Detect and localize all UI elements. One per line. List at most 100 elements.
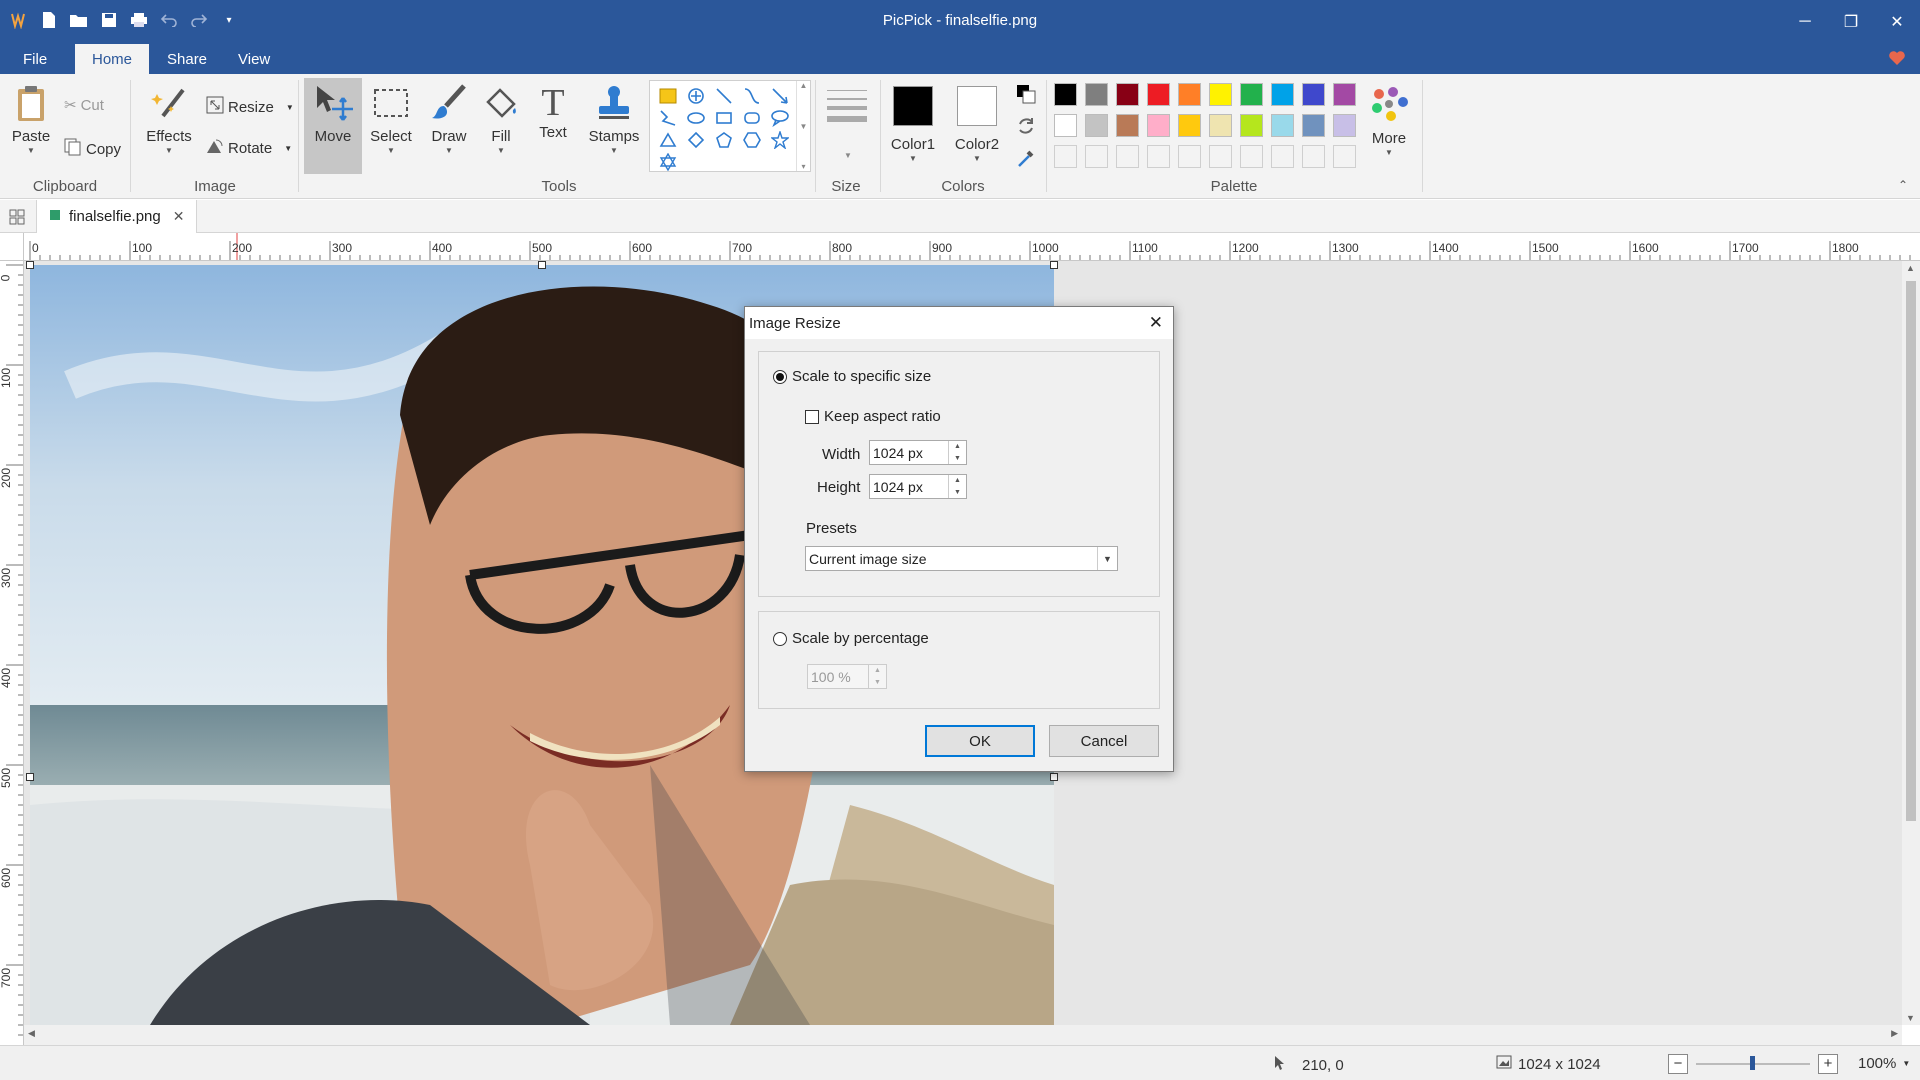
shapes-scroll[interactable]: ▲ ▼ ▾ [796,81,810,171]
rotate-button[interactable]: Rotate ▼ [206,138,292,158]
color-picker-icon[interactable] [1016,148,1036,172]
cancel-button[interactable]: Cancel [1049,725,1159,757]
scroll-down-arrow-icon[interactable]: ▼ [1906,1013,1915,1023]
width-field[interactable] [870,441,948,464]
diamond-shape-icon[interactable] [682,129,710,151]
palette-swatch[interactable] [1302,83,1325,106]
restore-button[interactable]: ❐ [1828,0,1874,44]
draw-tool-button[interactable]: Draw ▼ [426,84,472,155]
horizontal-scrollbar[interactable]: ◀ ▶ [24,1025,1902,1045]
swap-colors-icon[interactable] [1016,116,1036,140]
palette-swatch-empty[interactable] [1085,145,1108,168]
palette-swatch-empty[interactable] [1147,145,1170,168]
zoom-in-button[interactable]: + [1818,1054,1838,1074]
vertical-scrollbar[interactable]: ▲ ▼ [1902,261,1920,1025]
height-input[interactable]: ▲▼ [869,474,967,499]
palette-swatch[interactable] [1116,114,1139,137]
default-colors-icon[interactable] [1016,84,1036,108]
tab-file[interactable]: File [6,44,64,74]
more-colors-button[interactable]: More ▼ [1366,86,1412,157]
palette-swatch-empty[interactable] [1178,145,1201,168]
palette-swatch[interactable] [1271,83,1294,106]
palette-swatch-empty[interactable] [1116,145,1139,168]
grid-view-icon[interactable] [9,209,25,229]
tab-home[interactable]: Home [75,44,150,74]
resize-handle-right[interactable] [1050,773,1058,781]
palette-swatch[interactable] [1240,114,1263,137]
chevron-down-icon[interactable]: ▼ [1097,547,1117,570]
width-input[interactable]: ▲▼ [869,440,967,465]
palette-swatch[interactable] [1333,114,1356,137]
palette-swatch-empty[interactable] [1271,145,1294,168]
scale-specific-radio[interactable]: Scale to specific size [773,368,931,385]
zoom-level[interactable]: 100% ▼ [1858,1055,1910,1072]
collapse-ribbon-icon[interactable]: ⌃ [1898,178,1908,192]
palette-swatch[interactable] [1302,114,1325,137]
height-spinner[interactable]: ▲ ▼ [948,475,966,498]
width-spinner[interactable]: ▲ ▼ [948,441,966,464]
palette-swatch[interactable] [1116,83,1139,106]
palette-swatch-empty[interactable] [1333,145,1356,168]
close-window-button[interactable]: ✕ [1874,0,1920,44]
palette-swatch[interactable] [1240,83,1263,106]
palette-swatch-empty[interactable] [1302,145,1325,168]
height-field[interactable] [870,475,948,498]
heart-icon[interactable] [1888,50,1906,70]
palette-swatch-empty[interactable] [1054,145,1077,168]
scroll-down-icon[interactable]: ▼ [800,122,808,131]
resize-button[interactable]: Resize ▼ [206,96,294,118]
scroll-up-arrow-icon[interactable]: ▲ [1906,263,1915,273]
palette-swatch[interactable] [1054,114,1077,137]
rectangle-select-shape-icon[interactable] [654,85,682,107]
scroll-up-icon[interactable]: ▲ [800,81,808,90]
tab-view[interactable]: View [221,44,287,74]
percentage-field[interactable] [808,665,868,688]
cut-button[interactable]: ✂ Cut [64,96,104,115]
scale-percentage-radio[interactable]: Scale by percentage [773,630,929,647]
palette-swatch[interactable] [1333,83,1356,106]
stamps-tool-button[interactable]: Stamps ▼ [588,84,640,155]
expand-gallery-icon[interactable]: ▾ [801,162,805,171]
select-tool-button[interactable]: Select ▼ [368,84,414,155]
copy-button[interactable]: Copy [64,138,121,160]
resize-handle-top-right[interactable] [1050,261,1058,269]
fill-tool-button[interactable]: Fill ▼ [478,84,524,155]
tab-share[interactable]: Share [150,44,224,74]
pentagon-shape-icon[interactable] [710,129,738,151]
move-tool-button[interactable]: Move [304,78,362,174]
dialog-close-icon[interactable]: ✕ [1149,313,1163,333]
resize-handle-top[interactable] [538,261,546,269]
resize-handle-top-left[interactable] [26,261,34,269]
scroll-right-arrow-icon[interactable]: ▶ [1891,1028,1898,1039]
effects-button[interactable]: Effects ▼ [144,84,194,155]
text-tool-button[interactable]: T Text [530,84,576,141]
palette-swatch[interactable] [1209,83,1232,106]
vertical-scroll-thumb[interactable] [1906,281,1916,821]
hexagon-shape-icon[interactable] [738,129,766,151]
ok-button[interactable]: OK [925,725,1035,757]
zoom-dropdown-icon[interactable]: ▼ [1902,1059,1910,1068]
percentage-spinner[interactable]: ▲ ▼ [868,665,886,688]
zoom-out-button[interactable]: − [1668,1054,1688,1074]
resize-handle-left[interactable] [26,773,34,781]
crosshair-shape-icon[interactable] [682,85,710,107]
document-tab[interactable]: finalselfie.png ✕ [36,200,198,233]
palette-swatch[interactable] [1209,114,1232,137]
zoom-slider-thumb[interactable] [1750,1056,1755,1070]
triangle-shape-icon[interactable] [654,129,682,151]
curve-shape-icon[interactable] [738,85,766,107]
minimize-button[interactable]: ─ [1782,0,1828,44]
keep-aspect-checkbox[interactable]: Keep aspect ratio [805,408,941,425]
palette-swatch-empty[interactable] [1240,145,1263,168]
arrow-shape-icon[interactable] [766,85,794,107]
ellipse-shape-icon[interactable] [682,107,710,129]
speech-bubble-shape-icon[interactable] [766,107,794,129]
line-shape-icon[interactable] [710,85,738,107]
six-point-star-shape-icon[interactable] [654,151,682,173]
palette-swatch[interactable] [1054,83,1077,106]
palette-swatch[interactable] [1085,83,1108,106]
shapes-gallery[interactable]: ▲ ▼ ▾ [649,80,811,172]
square-shape-icon[interactable] [710,107,738,129]
scroll-left-arrow-icon[interactable]: ◀ [28,1028,35,1039]
presets-dropdown[interactable]: Current image size ▼ [805,546,1118,571]
